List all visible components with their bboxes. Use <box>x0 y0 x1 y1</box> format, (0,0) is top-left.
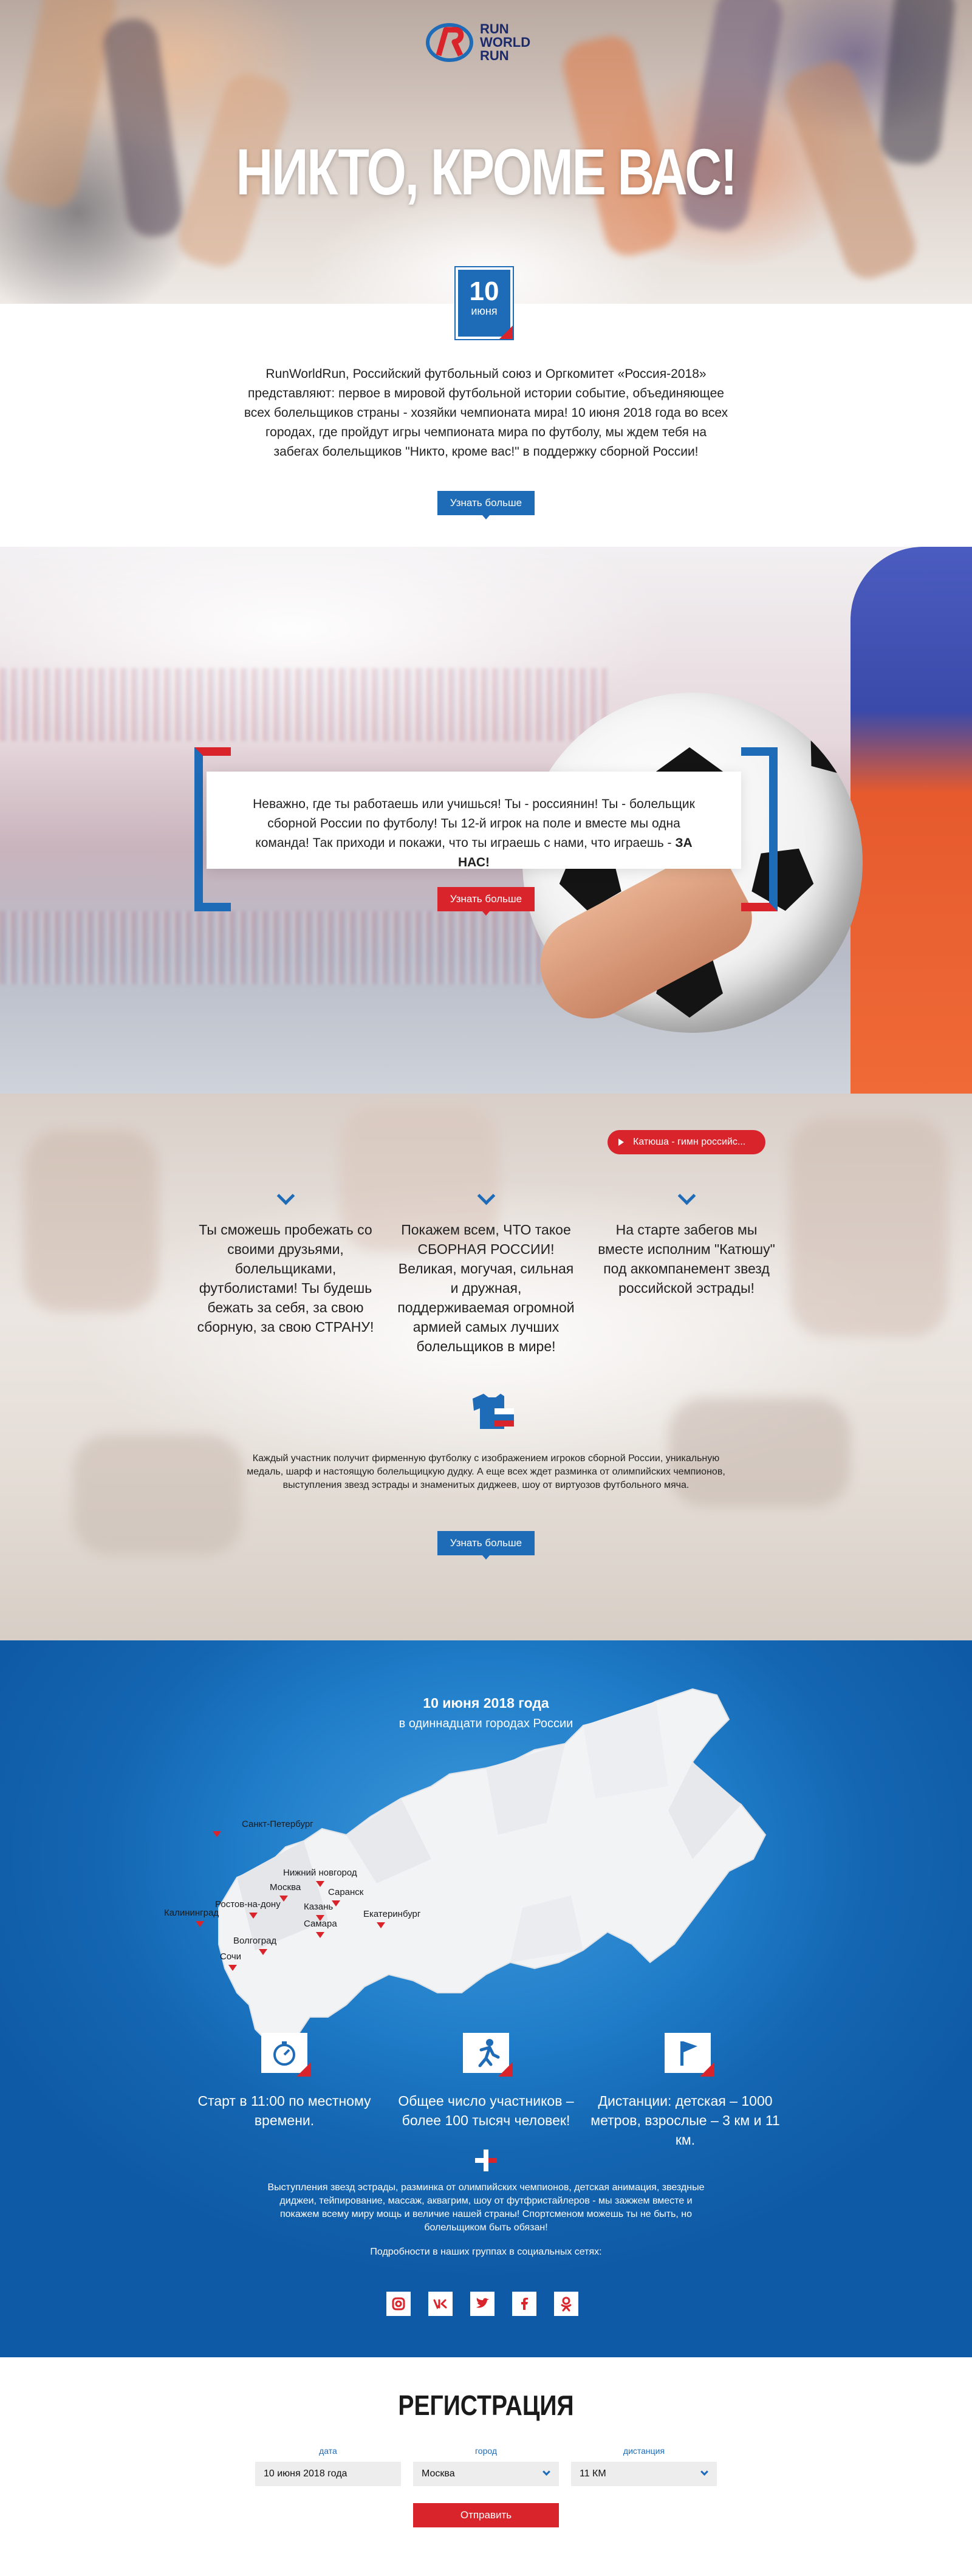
crowd-blur <box>0 668 608 741</box>
ball-section: Неважно, где ты работаешь или учишься! Т… <box>0 547 972 1094</box>
runners-text: Каждый участник получит фирменную футбол… <box>247 1453 725 1490</box>
map-title: 10 июня 2018 года <box>423 1695 549 1711</box>
city-label: город <box>474 2446 498 2456</box>
info-text: Общее число участников – более 100 тысяч… <box>398 2093 574 2128</box>
instagram-icon[interactable] <box>386 2292 411 2316</box>
map-pin <box>259 1949 267 1955</box>
badge-corner <box>499 326 513 339</box>
info-text: Дистанции: детская – 1000 метров, взросл… <box>590 2093 780 2148</box>
learn-more-button[interactable]: Узнать больше <box>437 1531 535 1560</box>
runners-section: Катюша - гимн российс... Ты сможешь проб… <box>0 1094 972 1640</box>
city-label: Сочи <box>220 1951 242 1962</box>
feature-text: Покажем всем, ЧТО такое СБОРНАЯ РОССИИ! … <box>397 1222 575 1354</box>
city-label: Санкт-Петербург <box>242 1819 313 1829</box>
runner-blur <box>73 1434 243 1555</box>
info-text: Старт в 11:00 по местному времени. <box>197 2093 371 2128</box>
city-label: Казань <box>304 1902 334 1912</box>
map-pin <box>228 1965 237 1971</box>
jersey <box>850 547 972 1094</box>
crowd-blur <box>0 911 608 984</box>
intro-text: RunWorldRun, Российский футбольный союз … <box>244 367 728 459</box>
plus-icon <box>474 2148 498 2173</box>
social-links <box>386 2292 578 2316</box>
logo-line: WORLD <box>480 35 531 50</box>
city-label: Нижний новгород <box>283 1868 357 1878</box>
chevron-down-icon <box>477 1193 495 1203</box>
runner-blur <box>790 1118 948 1337</box>
music-player-button[interactable]: Катюша - гимн российс... <box>608 1130 765 1154</box>
learn-more-button[interactable]: Узнать больше <box>437 887 535 916</box>
facebook-icon[interactable] <box>512 2292 536 2316</box>
city-label: Москва <box>270 1882 301 1893</box>
feature-text: Ты сможешь пробежать со своими друзьями,… <box>197 1222 374 1335</box>
map-pin <box>196 1921 204 1927</box>
distance-value: 11 КМ <box>580 2468 606 2479</box>
chevron-down-icon <box>700 2468 708 2476</box>
flag-icon <box>665 2033 714 2077</box>
stopwatch-icon <box>261 2033 311 2077</box>
map-subtitle: в одиннадцати городах России <box>399 1717 573 1730</box>
chevron-down-icon <box>678 1193 695 1203</box>
map-pin <box>279 1896 288 1902</box>
odnoklassniki-icon[interactable] <box>554 2292 578 2316</box>
intro-section: RunWorldRun, Российский футбольный союз … <box>0 304 972 547</box>
logo-line: RUN <box>480 21 509 36</box>
city-label: Волгоград <box>233 1936 277 1946</box>
city-label: Калининград <box>164 1908 219 1918</box>
city-label: Ростов-на-дону <box>215 1899 281 1910</box>
quote-box: Неважно, где ты работаешь или учишься! Т… <box>207 772 741 869</box>
bracket-right <box>741 747 778 911</box>
city-label: Екатеринбург <box>363 1909 421 1919</box>
play-icon <box>618 1139 624 1146</box>
chevron-down-icon <box>542 2468 550 2476</box>
learn-more-button[interactable]: Узнать больше <box>437 491 535 519</box>
date-label: дата <box>319 2446 337 2456</box>
date-day: 10 <box>469 276 499 306</box>
date-badge: 10 июня <box>454 266 514 340</box>
hero-runner-blur <box>1 0 121 212</box>
city-label: Самара <box>304 1919 337 1929</box>
map-pin <box>316 1932 324 1938</box>
runner-blur <box>24 1130 158 1312</box>
hero-section: RUN WORLD RUN НИКТО, КРОМЕ ВАС! <box>0 0 972 304</box>
logo[interactable]: RUN WORLD RUN <box>425 18 547 67</box>
tshirt-icon <box>468 1391 516 1434</box>
map-pin <box>377 1922 385 1928</box>
city-label: Саранск <box>328 1887 364 1897</box>
logo-line: RUN <box>480 48 509 63</box>
submit-button[interactable]: Отправить <box>413 2503 559 2527</box>
twitter-icon[interactable] <box>470 2292 495 2316</box>
hero-runner-blur <box>877 0 957 167</box>
social-note: Подробности в наших группах в социальных… <box>370 2247 602 2257</box>
map-pin <box>249 1913 258 1919</box>
date-value: 10 июня 2018 года <box>264 2468 347 2479</box>
map-text: Выступления звезд эстрады, разминка от о… <box>267 2182 705 2233</box>
quote-text-body: Неважно, где ты работаешь или учишься! Т… <box>253 797 695 850</box>
distance-select[interactable]: 11 КМ <box>571 2462 717 2486</box>
vk-icon[interactable] <box>428 2292 453 2316</box>
chevron-down-icon <box>277 1193 294 1203</box>
date-field[interactable]: 10 июня 2018 года <box>255 2462 401 2486</box>
city-select[interactable]: Москва <box>413 2462 559 2486</box>
logo-text: RUN WORLD RUN <box>480 22 530 63</box>
distance-label: дистанция <box>623 2446 665 2456</box>
date-month: июня <box>471 305 498 317</box>
map-section: 10 июня 2018 года в одиннадцати городах … <box>0 1640 972 2357</box>
registration-title: РЕГИСТРАЦИЯ <box>398 2389 574 2421</box>
registration-section: РЕГИСТРАЦИЯ дата 10 июня 2018 года город… <box>0 2357 972 2576</box>
map-pin <box>316 1881 324 1887</box>
russia-map <box>218 1688 767 2049</box>
hero-title: НИКТО, КРОМЕ ВАС! <box>236 135 738 208</box>
runner-icon <box>463 2033 513 2077</box>
feature-text: На старте забегов мы вместе исполним "Ка… <box>598 1222 775 1296</box>
logo-mark <box>425 21 474 64</box>
map-pin <box>213 1831 221 1837</box>
city-value: Москва <box>422 2468 455 2479</box>
music-label: Катюша - гимн российс... <box>633 1137 746 1147</box>
quote-text: Неважно, где ты работаешь или учишься! Т… <box>207 772 741 872</box>
